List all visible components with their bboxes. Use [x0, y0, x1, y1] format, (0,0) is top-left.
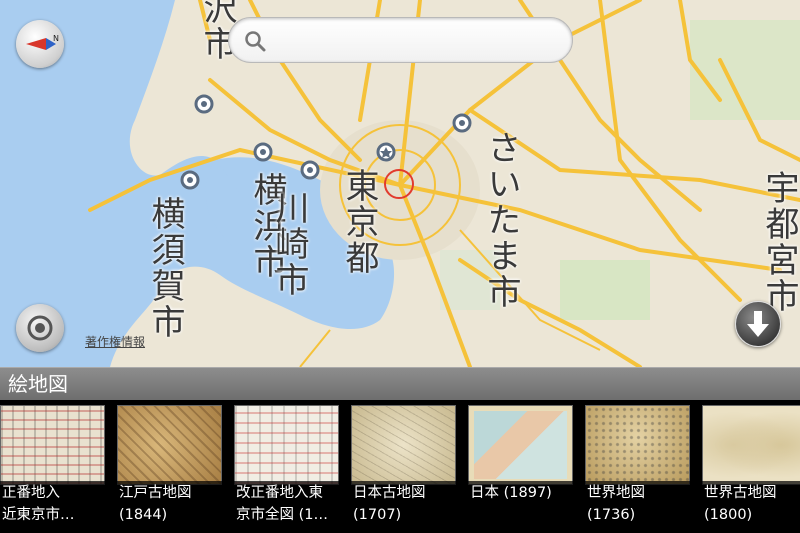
map-thumbnail-image — [0, 405, 105, 485]
map-thumbnail-strip[interactable]: 正番地入近東京市… 江戸古地図 (1844) 改正番地入東 京市全図 (1… 日本古地図 (… — [0, 400, 800, 533]
map-thumbnail-image — [585, 405, 690, 485]
map-label-yokosuka: 横須賀市 — [145, 196, 185, 340]
map-label-tokyo: 東京都 — [339, 168, 379, 276]
section-header: 絵地図 — [0, 367, 800, 400]
caption-line1: 正番地入 — [2, 485, 60, 501]
compass-icon: N — [26, 34, 59, 50]
map-thumbnail-caption: 世界地図 (1736) — [585, 481, 697, 529]
caption-line1: 改正番地入東 — [236, 485, 323, 501]
download-arrow-icon — [747, 311, 769, 337]
caption-line1: 世界地図 — [587, 485, 645, 501]
map-thumbnail-item[interactable]: 改正番地入東 京市全図 (1… — [234, 400, 350, 533]
map-thumbnail-caption: 正番地入近東京市… — [0, 481, 112, 529]
svg-text:N: N — [53, 34, 59, 43]
caption-line2: (1844) — [119, 507, 168, 523]
map-thumbnail-image — [468, 405, 573, 485]
map-thumbnail-item[interactable]: 江戸古地図 (1844) — [117, 400, 233, 533]
caption-line1: 日本古地図 — [353, 485, 426, 501]
map-view[interactable]: 沢市 横浜市 川崎市 東京都 さいたま市 横須賀市 宇都宮市 N 著作権情報 — [0, 0, 800, 367]
map-thumbnail-item[interactable]: 世界地図 (1736) — [585, 400, 701, 533]
caption-line2: (1736) — [587, 507, 636, 523]
caption-line1: 日本 (1897) — [470, 485, 552, 501]
map-label-kawasaki: 川崎市 — [269, 190, 309, 298]
map-thumbnail-caption: 世界古地図 (1800) — [702, 481, 800, 529]
search-input[interactable] — [277, 26, 561, 56]
map-thumbnail-image — [117, 405, 222, 485]
map-label-saitama: さいたま市 — [481, 130, 521, 310]
map-thumbnail-caption: 江戸古地図 (1844) — [117, 481, 229, 529]
map-label-utsunomiya: 宇都宮市 — [759, 170, 799, 314]
map-thumbnail-item[interactable]: 日本古地図 (1707) — [351, 400, 467, 533]
caption-line2: (1800) — [704, 507, 753, 523]
map-thumbnail-caption: 日本古地図 (1707) — [351, 481, 463, 529]
map-thumbnail-caption: 改正番地入東 京市全図 (1… — [234, 481, 346, 529]
download-button[interactable] — [735, 301, 781, 347]
copyright-link[interactable]: 著作権情報 — [85, 333, 145, 350]
locate-button[interactable] — [16, 304, 64, 352]
map-thumbnail-item[interactable]: 正番地入近東京市… — [0, 400, 116, 533]
caption-line2: (1707) — [353, 507, 402, 523]
search-icon — [245, 31, 266, 52]
location-target-icon — [27, 315, 53, 341]
search-bar[interactable] — [228, 17, 573, 63]
map-thumbnail-item[interactable]: 世界古地図 (1800) — [702, 400, 800, 533]
map-thumbnail-item[interactable]: 日本 (1897) — [468, 400, 584, 533]
caption-line1: 世界古地図 — [704, 485, 777, 501]
compass-button[interactable]: N — [16, 20, 64, 68]
map-thumbnail-image — [351, 405, 456, 485]
caption-line2: 京市全図 (1… — [236, 507, 328, 523]
map-thumbnail-image — [702, 405, 800, 485]
map-thumbnail-image — [234, 405, 339, 485]
caption-line1: 江戸古地図 — [119, 485, 192, 501]
map-thumbnail-caption: 日本 (1897) — [468, 481, 580, 529]
caption-line2: 近東京市… — [2, 507, 75, 523]
